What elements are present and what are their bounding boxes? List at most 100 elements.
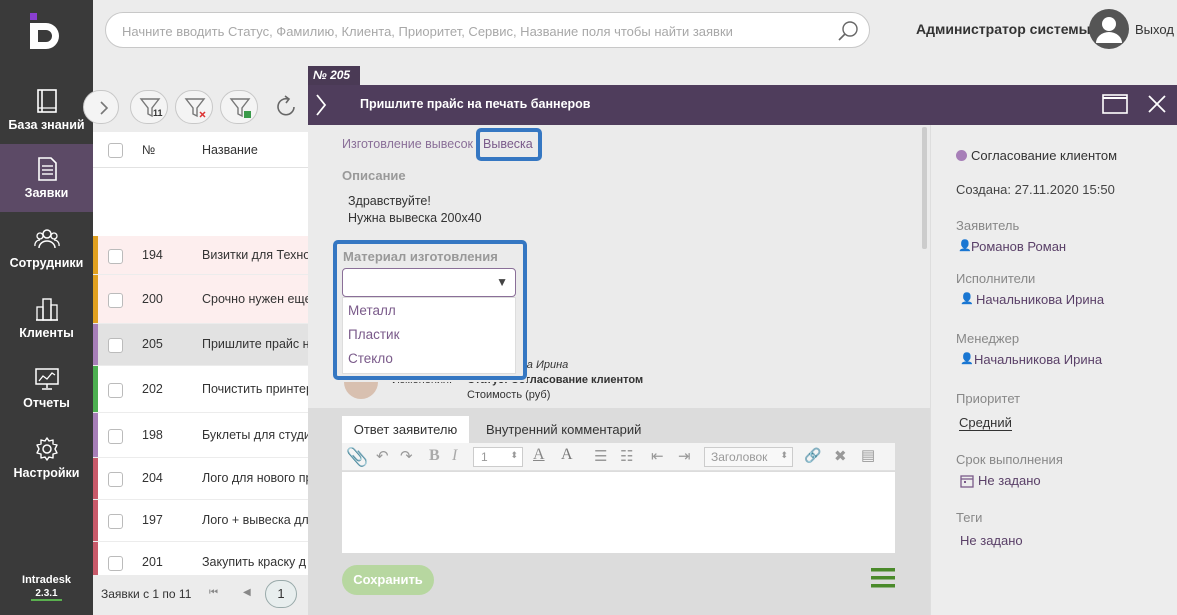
search-icon[interactable] bbox=[837, 20, 859, 42]
search-box[interactable] bbox=[105, 12, 870, 48]
column-header-name[interactable]: Название bbox=[202, 143, 258, 157]
row-checkbox[interactable] bbox=[108, 429, 123, 444]
logout-link[interactable]: Выход bbox=[1135, 22, 1174, 37]
deadline-value[interactable]: Не задано bbox=[978, 473, 1041, 488]
source-code-icon[interactable]: ▤ bbox=[861, 446, 875, 464]
undo-icon[interactable]: ↶ bbox=[376, 447, 389, 465]
sidebar-item-label: Клиенты bbox=[19, 326, 74, 340]
row-checkbox[interactable] bbox=[108, 472, 123, 487]
reply-textarea[interactable] bbox=[342, 472, 895, 553]
row-checkbox[interactable] bbox=[108, 383, 123, 398]
search-input[interactable] bbox=[122, 21, 822, 41]
row-checkbox[interactable] bbox=[108, 249, 123, 264]
table-row[interactable]: 202 Почистить принтер bbox=[93, 366, 308, 413]
gear-icon bbox=[35, 437, 58, 461]
table-row[interactable]: 205 Пришлите прайс на bbox=[93, 324, 308, 366]
chevron-right-icon[interactable] bbox=[311, 85, 331, 125]
clear-format-icon[interactable]: ✖ bbox=[834, 447, 847, 465]
row-number: 194 bbox=[142, 248, 163, 262]
vertical-scrollbar[interactable] bbox=[922, 127, 927, 249]
text-color-icon[interactable]: A bbox=[533, 446, 545, 464]
app-logo-icon[interactable] bbox=[28, 13, 66, 49]
sidebar-item-tickets[interactable]: Заявки bbox=[0, 144, 93, 212]
calendar-icon bbox=[960, 475, 974, 488]
book-icon bbox=[36, 89, 57, 113]
redo-icon[interactable]: ↷ bbox=[400, 447, 413, 465]
current-page-button[interactable]: 1 bbox=[265, 580, 297, 608]
sidebar-item-settings[interactable]: Настройки bbox=[0, 424, 93, 492]
requester-label: Заявитель bbox=[956, 218, 1020, 233]
filter-save-icon bbox=[229, 98, 251, 118]
row-checkbox[interactable] bbox=[108, 514, 123, 529]
column-header-number[interactable]: № bbox=[142, 143, 155, 157]
tags-label: Теги bbox=[956, 510, 983, 525]
table-row[interactable]: 194 Визитки для Техно bbox=[93, 236, 308, 275]
created-date: Создана: 27.11.2020 15:50 bbox=[956, 182, 1115, 197]
indent-icon[interactable]: ⇥ bbox=[678, 447, 691, 465]
bullet-list-icon[interactable]: ☰ bbox=[594, 447, 607, 465]
pager-range-text: Заявки с 1 по 11 bbox=[101, 587, 192, 601]
chevron-right-icon bbox=[100, 101, 109, 115]
sidebar-item-knowledge-base[interactable]: База знаний bbox=[0, 76, 93, 144]
list-header-row: № Название bbox=[93, 134, 308, 168]
person-icon: 👤 bbox=[958, 240, 972, 252]
prev-page-icon[interactable]: ◀ bbox=[243, 587, 251, 598]
table-row[interactable]: 198 Буклеты для студи bbox=[93, 413, 308, 458]
top-header: Администратор системы Выход bbox=[93, 0, 1177, 66]
select-all-checkbox[interactable] bbox=[108, 143, 123, 158]
table-row[interactable]: 204 Лого для нового пр bbox=[93, 458, 308, 500]
deadline-label: Срок выполнения bbox=[956, 452, 1063, 467]
description-line-2: Нужна вывеска 200х40 bbox=[348, 211, 482, 225]
tags-value[interactable]: Не задано bbox=[960, 533, 1023, 548]
numbered-list-icon[interactable]: ☷ bbox=[620, 447, 633, 465]
breadcrumb-parent[interactable]: Изготовление вывесок bbox=[342, 137, 473, 151]
row-title: Буклеты для студи bbox=[202, 428, 308, 442]
pagination: Заявки с 1 по 11 ⏮ ◀ 1 bbox=[93, 575, 308, 615]
sidebar-item-clients[interactable]: Клиенты bbox=[0, 284, 93, 352]
executor-name[interactable]: Начальникова Ирина bbox=[976, 292, 1104, 307]
font-size-select[interactable]: 1 ⬍ bbox=[473, 447, 523, 467]
outdent-icon[interactable]: ⇤ bbox=[651, 447, 664, 465]
attach-icon[interactable]: 📎 bbox=[346, 447, 368, 468]
italic-icon[interactable]: I bbox=[452, 447, 457, 465]
maximize-icon[interactable] bbox=[1102, 94, 1128, 114]
status-badge[interactable]: Согласование клиентом bbox=[971, 148, 1117, 163]
sidebar-item-employees[interactable]: Сотрудники bbox=[0, 214, 93, 282]
executors-label: Исполнители bbox=[956, 271, 1036, 286]
highlight-box-service bbox=[476, 128, 542, 161]
clear-filter-button[interactable] bbox=[175, 90, 213, 124]
sidebar-item-reports[interactable]: Отчеты bbox=[0, 354, 93, 422]
menu-icon[interactable] bbox=[871, 567, 895, 589]
save-filter-button[interactable] bbox=[220, 90, 258, 124]
save-button[interactable]: Сохранить bbox=[342, 565, 434, 595]
close-icon[interactable] bbox=[1147, 94, 1167, 114]
row-number: 205 bbox=[142, 337, 163, 351]
manager-name[interactable]: Начальникова Ирина bbox=[974, 352, 1102, 367]
row-checkbox[interactable] bbox=[108, 556, 123, 571]
refresh-icon[interactable] bbox=[274, 94, 300, 120]
row-number: 204 bbox=[142, 471, 163, 485]
user-avatar[interactable] bbox=[1089, 9, 1129, 49]
requester-name[interactable]: Романов Роман bbox=[971, 239, 1066, 254]
ticket-title: Пришлите прайс на печать баннеров bbox=[360, 97, 591, 111]
tab-internal-comment[interactable]: Внутренний комментарий bbox=[486, 416, 641, 443]
expand-panel-button[interactable] bbox=[83, 90, 119, 124]
bold-icon[interactable]: B bbox=[429, 447, 440, 465]
priority-value[interactable]: Средний bbox=[959, 415, 1012, 431]
row-title: Почистить принтер bbox=[202, 382, 308, 396]
tab-reply-to-requester[interactable]: Ответ заявителю bbox=[342, 416, 469, 443]
heading-select[interactable]: Заголовок ⬍ bbox=[704, 447, 793, 467]
sidebar: База знаний Заявки Сотрудники Клиенты От… bbox=[0, 0, 93, 615]
table-row[interactable]: 197 Лого + вывеска дл bbox=[93, 500, 308, 542]
ticket-tab[interactable]: № 205 × bbox=[308, 66, 360, 96]
row-checkbox[interactable] bbox=[108, 293, 123, 308]
history-change-cost: Стоимость (руб) bbox=[467, 389, 551, 401]
link-icon[interactable]: 🔗 bbox=[804, 447, 821, 464]
background-color-icon[interactable]: A bbox=[561, 446, 573, 464]
filter-remove-icon bbox=[184, 98, 206, 118]
first-page-icon[interactable]: ⏮ bbox=[209, 587, 218, 598]
table-row[interactable]: 200 Срочно нужен еще bbox=[93, 275, 308, 324]
row-number: 198 bbox=[142, 428, 163, 442]
row-checkbox[interactable] bbox=[108, 338, 123, 353]
filter-button[interactable]: 11 bbox=[130, 90, 168, 124]
